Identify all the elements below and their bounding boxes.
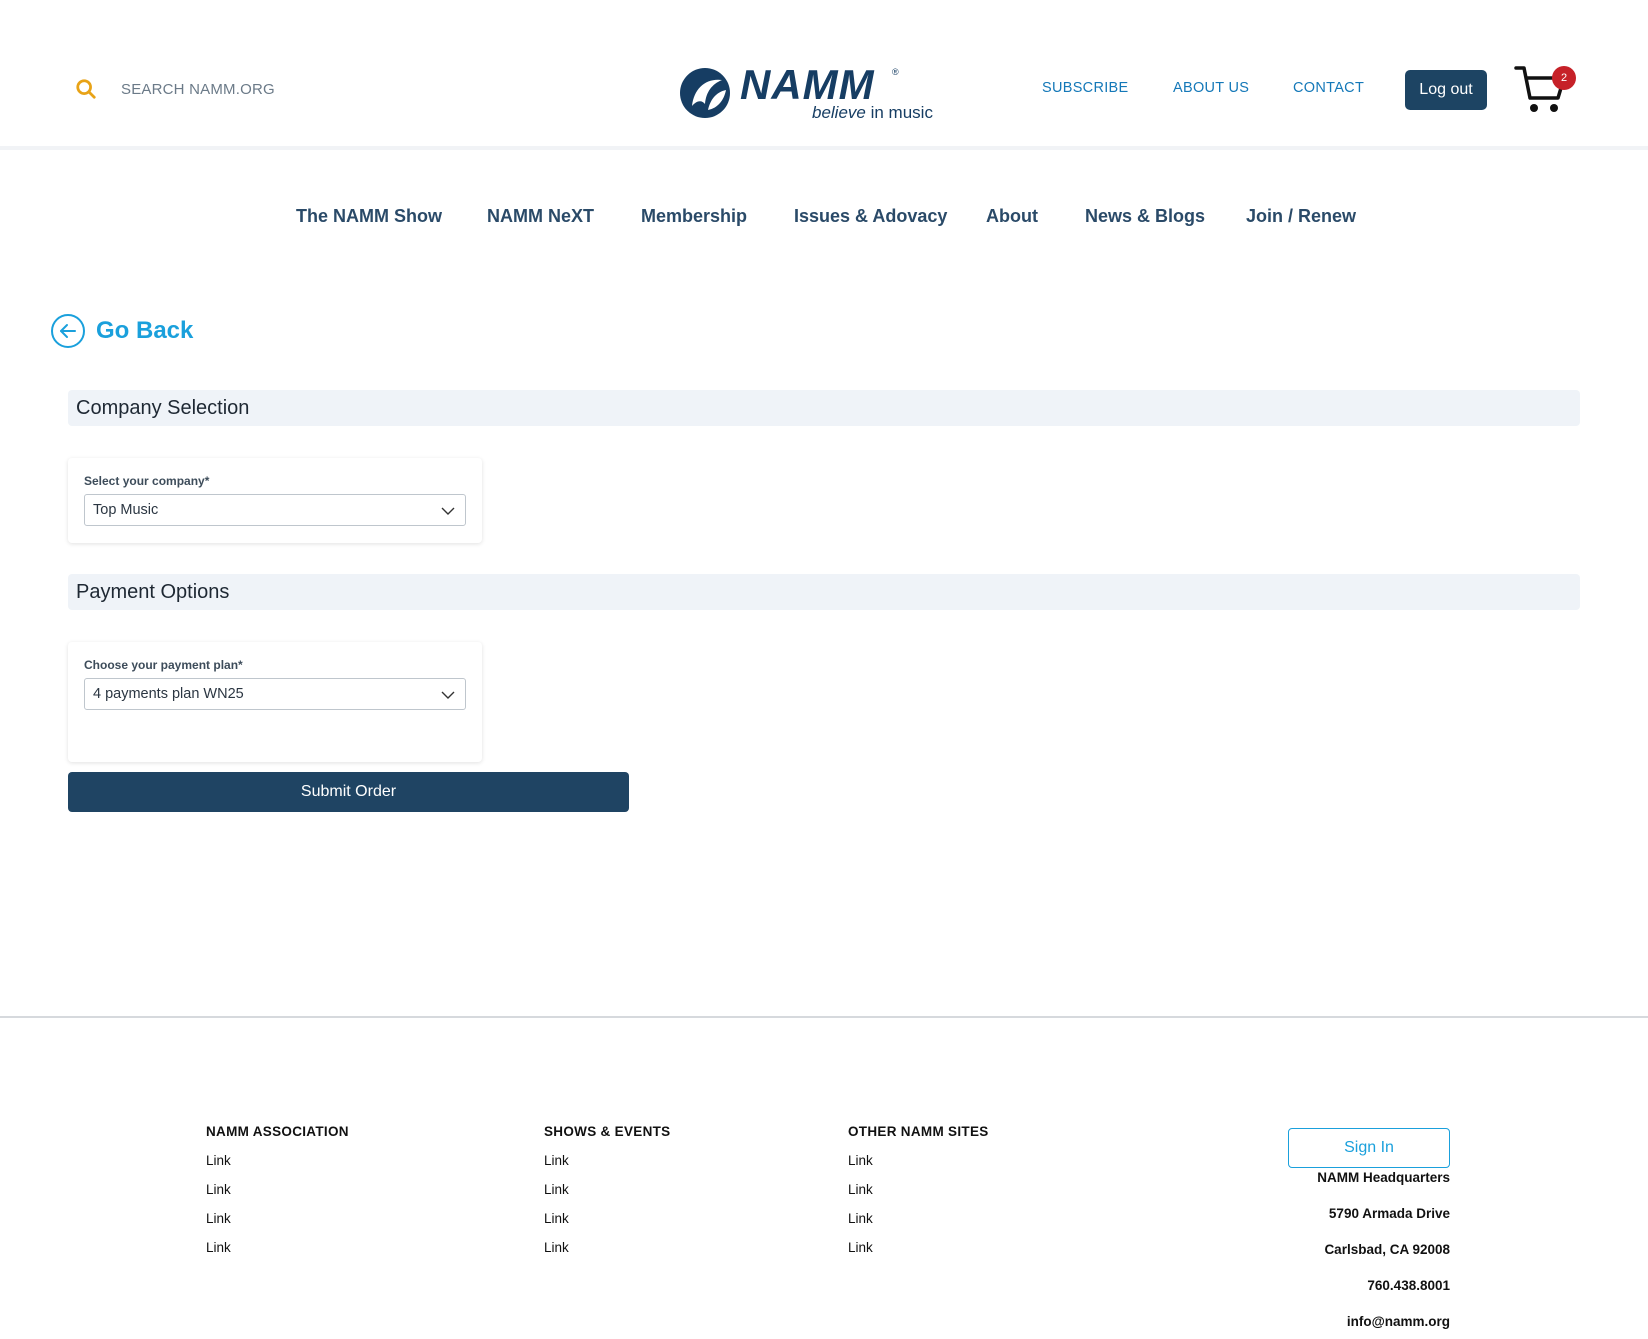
payment-plan-select-value: 4 payments plan WN25 [93,686,244,702]
footer-divider [0,1016,1648,1018]
footer-heading: SHOWS & EVENTS [544,1124,671,1139]
logo-registered-mark: ® [892,67,899,77]
company-select[interactable]: Top Music [84,494,466,526]
nav-item-about[interactable]: About [986,206,1038,227]
go-back-label: Go Back [96,317,194,344]
footer-link[interactable]: Link [206,1211,349,1229]
logo-tagline: believe in music [812,103,933,123]
nav-item-namm-next[interactable]: NAMM NeXT [487,206,594,227]
nav-item-namm-show[interactable]: The NAMM Show [296,206,442,227]
chevron-down-icon [441,507,455,515]
nav-item-membership[interactable]: Membership [641,206,747,227]
sign-in-button[interactable]: Sign In [1288,1128,1450,1168]
footer-link[interactable]: Link [544,1211,670,1229]
contact-link[interactable]: CONTACT [1293,80,1364,96]
company-section-title: Company Selection [76,396,250,419]
search-icon[interactable] [75,78,97,100]
cart-count-badge: 2 [1552,66,1576,90]
address-email[interactable]: info@namm.org [1347,1314,1450,1329]
footer-link[interactable]: Link [206,1182,349,1200]
address-name: NAMM Headquarters [1317,1170,1450,1185]
address-phone: 760.438.8001 [1367,1278,1450,1293]
search-box[interactable] [75,78,321,100]
footer-link[interactable]: Link [544,1182,670,1200]
footer-column-shows: SHOWS & EVENTS Link Link Link Link [544,1124,670,1258]
footer-link[interactable]: Link [848,1240,989,1258]
address-street: 5790 Armada Drive [1328,1206,1450,1221]
company-card: Select your company* Top Music [68,458,482,543]
namm-logo-mark-icon [680,68,730,118]
footer-link[interactable]: Link [544,1153,670,1171]
namm-logo[interactable]: NAMM ® believe in music [678,60,938,126]
payment-card: Choose your payment plan* 4 payments pla… [68,642,482,762]
company-select-value: Top Music [93,502,159,518]
payment-section-header: Payment Options [68,574,1580,610]
footer-link[interactable]: Link [206,1240,349,1258]
footer-link[interactable]: Link [848,1153,989,1171]
go-back-link[interactable]: Go Back [50,313,193,349]
submit-order-button[interactable]: Submit Order [68,772,629,812]
company-section-header: Company Selection [68,390,1580,426]
nav-item-news-blogs[interactable]: News & Blogs [1085,206,1205,227]
chevron-down-icon [441,691,455,699]
nav-item-join-renew[interactable]: Join / Renew [1246,206,1356,227]
footer-column-other-sites: OTHER NAMM SITES Link Link Link Link [848,1124,989,1258]
logo-text: NAMM ® believe in music [740,61,933,123]
payment-field-label: Choose your payment plan* [84,658,243,672]
nav-item-issues-advocacy[interactable]: Issues & Adovacy [794,206,947,227]
logout-button[interactable]: Log out [1405,70,1487,110]
payment-plan-select[interactable]: 4 payments plan WN25 [84,678,466,710]
footer-link[interactable]: Link [848,1182,989,1200]
logo-word: NAMM [740,61,875,108]
search-input[interactable] [121,80,321,98]
footer-link[interactable]: Link [848,1211,989,1229]
site-header: NAMM ® believe in music SUBSCRIBE ABOUT … [0,0,1648,150]
footer-link[interactable]: Link [206,1153,349,1171]
address-city: Carlsbad, CA 92008 [1324,1242,1450,1257]
logo-tagline-italic: believe [812,103,866,122]
company-field-label: Select your company* [84,474,210,488]
arrow-left-circle-icon [51,314,85,348]
footer-column-association: NAMM ASSOCIATION Link Link Link Link [206,1124,349,1258]
logo-tagline-rest: in music [865,103,933,122]
about-us-link[interactable]: ABOUT US [1173,80,1249,96]
footer-heading: OTHER NAMM SITES [848,1124,989,1139]
footer-link[interactable]: Link [544,1240,670,1258]
payment-section-title: Payment Options [76,580,230,603]
subscribe-link[interactable]: SUBSCRIBE [1042,80,1129,96]
footer-heading: NAMM ASSOCIATION [206,1124,349,1139]
